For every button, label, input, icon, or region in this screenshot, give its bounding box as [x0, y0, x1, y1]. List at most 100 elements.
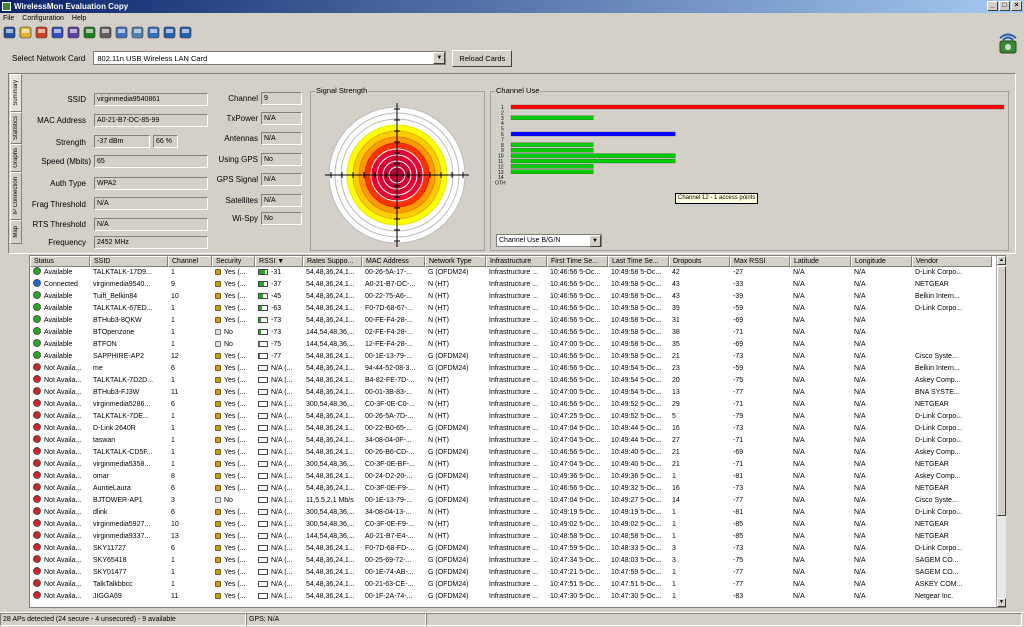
table-row[interactable]: Connected virginmedia9540... 9 Yes (... -37 5… [30, 279, 1005, 291]
menu-configuration[interactable]: Configuration [22, 15, 64, 22]
table-cell-vendor: NETGEAR [915, 485, 949, 492]
scroll-down-icon[interactable]: ▼ [997, 598, 1006, 607]
table-row[interactable]: Not Availa... omar 8 Yes (... N/A (... 54,48,… [30, 471, 1005, 483]
rts-threshold-label: RTS Threshold [32, 220, 86, 229]
column-header[interactable]: Latitude [790, 256, 851, 267]
table-cell-status: Not Availa... [30, 591, 90, 603]
table-row[interactable]: Not Availa... TalkTalkbbcc 1 Yes (... N/A (.… [30, 579, 1005, 591]
table-row[interactable]: Available BTFON 1 No -75 144,54,48,36,... 12-F… [30, 339, 1005, 351]
column-header[interactable]: Longitude [851, 256, 912, 267]
table-row[interactable]: Not Availa... virginmedia5358... 1 Yes (...… [30, 459, 1005, 471]
table-cell-lat: N/A [793, 413, 805, 420]
table-scrollbar[interactable]: ▲ ▼ [996, 256, 1006, 607]
table-row[interactable]: Not Availa... D-Link 2640R 1 Yes (... N/A (.… [30, 423, 1005, 435]
table-cell-sec: Yes (... [212, 555, 255, 567]
table-cell-status: Not Availa... [30, 531, 90, 543]
table-cell-rates: 300,54,48,36,... [306, 461, 355, 468]
tab-summary[interactable]: Summary [10, 74, 22, 112]
globe-icon[interactable] [34, 24, 49, 40]
table-row[interactable]: Not Availa... virginmedia9337... 13 Yes (..… [30, 531, 1005, 543]
table-cell-mac: 00-26-5A-7D-... [365, 413, 414, 420]
column-header[interactable]: MAC Address [362, 256, 425, 267]
column-header[interactable]: Infrastructure [486, 256, 547, 267]
column-header[interactable]: Status [30, 256, 90, 267]
network-icon[interactable] [50, 24, 65, 40]
table-row[interactable]: Available TALKTALK-67ED... 1 Yes (... -63 54,… [30, 303, 1005, 315]
table-cell-rssi: N/A (... [255, 591, 303, 603]
table-cell-mac: F0-7D-68-67-... [365, 305, 413, 312]
table-cell-status: Not Availa... [30, 579, 90, 591]
table-row[interactable]: Not Availa... AuntieLaura 6 Yes (... N/A (..… [30, 483, 1005, 495]
channel-use-mode-select[interactable]: Channel Use B/G/N ▼ [496, 234, 602, 247]
table-row[interactable]: Available Tuift_Belkin84 10 Yes (... -45 54,4… [30, 291, 1005, 303]
status-icon [33, 543, 41, 551]
table-row[interactable]: Not Availa... taswan 1 Yes (... N/A (... 54,4… [30, 435, 1005, 447]
maximize-button[interactable]: □ [999, 1, 1010, 11]
table-row[interactable]: Available BTHub3-8QKW 1 Yes (... -73 54,48,36… [30, 315, 1005, 327]
dropdown-arrow-icon[interactable]: ▼ [589, 235, 601, 247]
table-row[interactable]: Available BTOpenzone 1 No -73 144,54,48,36,..… [30, 327, 1005, 339]
column-header[interactable]: SSID [90, 256, 168, 267]
play-icon[interactable] [82, 24, 97, 40]
table-row[interactable]: Not Availa... virginmedia5927... 10 Yes (..… [30, 519, 1005, 531]
column-header[interactable]: Channel [168, 256, 212, 267]
column-header[interactable]: Vendor [912, 256, 992, 267]
menu-help[interactable]: Help [72, 15, 86, 22]
mac-address-value: A0-21-B7-DC-85-99 [94, 114, 208, 127]
table-row[interactable]: Not Availa... BJTOWER-AP1 3 No N/A (... 11,5.… [30, 495, 1005, 507]
save-icon[interactable] [2, 24, 17, 40]
column-header[interactable]: Dropouts [669, 256, 730, 267]
scroll-thumb[interactable] [997, 266, 1006, 516]
status-icon [33, 399, 41, 407]
column-header[interactable]: First Time Se... [547, 256, 608, 267]
table-row[interactable]: Not Availa... virginmedia5286... 6 Yes (...… [30, 399, 1005, 411]
minimize-button[interactable]: _ [987, 1, 998, 11]
export-icon[interactable] [98, 24, 113, 40]
tab-statistics[interactable]: Statistics [10, 112, 22, 144]
table-cell-vendor: D-Link Corpo... [915, 305, 963, 312]
table-cell-status: Available [30, 327, 90, 339]
column-header[interactable]: Network Type [425, 256, 486, 267]
network-card-select[interactable]: 802.11n USB Wireless LAN Card ▼ [93, 51, 447, 65]
table-row[interactable]: Not Availa... SKY11727 6 Yes (... N/A (... 54… [30, 543, 1005, 555]
column-header[interactable]: RSSI ▼ [255, 256, 303, 267]
table-cell-status: Not Availa... [30, 543, 90, 555]
dropdown-arrow-icon[interactable]: ▼ [433, 52, 446, 64]
table-row[interactable]: Not Availa... TALKTALK-CD5F... 1 Yes (... N/… [30, 447, 1005, 459]
table-row[interactable]: Not Availa... SKY01477 1 Yes (... N/A (... 54… [30, 567, 1005, 579]
table-row[interactable]: Not Availa... TALKTALK-7D2D... 1 Yes (... N/… [30, 375, 1005, 387]
status-icon [33, 291, 41, 299]
reload-cards-button[interactable]: Reload Cards [452, 49, 513, 67]
table-row[interactable]: Available SAPPHIRE-AP2 12 Yes (... -77 54,48,… [30, 351, 1005, 363]
info-icon[interactable] [162, 24, 177, 40]
open-folder-icon[interactable] [18, 24, 33, 40]
table-cell-mac: C0-3F-0E-F9-... [365, 521, 415, 528]
table-cell-first: 10:47:34 5-Oc... [550, 557, 601, 564]
table-row[interactable]: Not Availa... me 6 Yes (... N/A (... 54,48,36… [30, 363, 1005, 375]
table-row[interactable]: Not Availa... SKY65418 1 Yes (... N/A (... 54… [30, 555, 1005, 567]
close-button[interactable]: × [1011, 1, 1022, 11]
table-row[interactable]: Available TALKTALK-17D9... 1 Yes (... -31 54,… [30, 267, 1005, 279]
map-icon[interactable] [66, 24, 81, 40]
table-row[interactable]: Not Availa... dlink 6 Yes (... N/A (... 300,5… [30, 507, 1005, 519]
table-cell-sec: Yes (... [212, 411, 255, 423]
tab-ip-connection[interactable]: IP Connection [10, 172, 22, 220]
help-icon[interactable] [178, 24, 193, 40]
lock-icon [215, 569, 221, 575]
column-header[interactable]: Rates Suppo... [303, 256, 362, 267]
table-row[interactable]: Not Availa... TALKTALK-7DE... 1 Yes (... N/A… [30, 411, 1005, 423]
table-cell-max: -33 [733, 281, 744, 288]
table-cell-max: -75 [733, 557, 744, 564]
column-header[interactable]: Security [212, 256, 255, 267]
web-icon[interactable] [146, 24, 161, 40]
column-header[interactable]: Max RSSI [730, 256, 790, 267]
table-row[interactable]: Not Availa... JIGGA69 11 Yes (... N/A (... 54… [30, 591, 1005, 603]
document-icon[interactable] [130, 24, 145, 40]
scroll-up-icon[interactable]: ▲ [997, 256, 1006, 265]
column-header[interactable]: Last Time Se... [608, 256, 669, 267]
table-row[interactable]: Not Availa... BTHub3-FJ3W 11 Yes (... N/A (.… [30, 387, 1005, 399]
menu-file[interactable]: File [3, 15, 14, 22]
tab-graphs[interactable]: Graphs [10, 144, 22, 172]
edit-icon[interactable] [114, 24, 129, 40]
table-cell-status: Available [30, 315, 90, 327]
